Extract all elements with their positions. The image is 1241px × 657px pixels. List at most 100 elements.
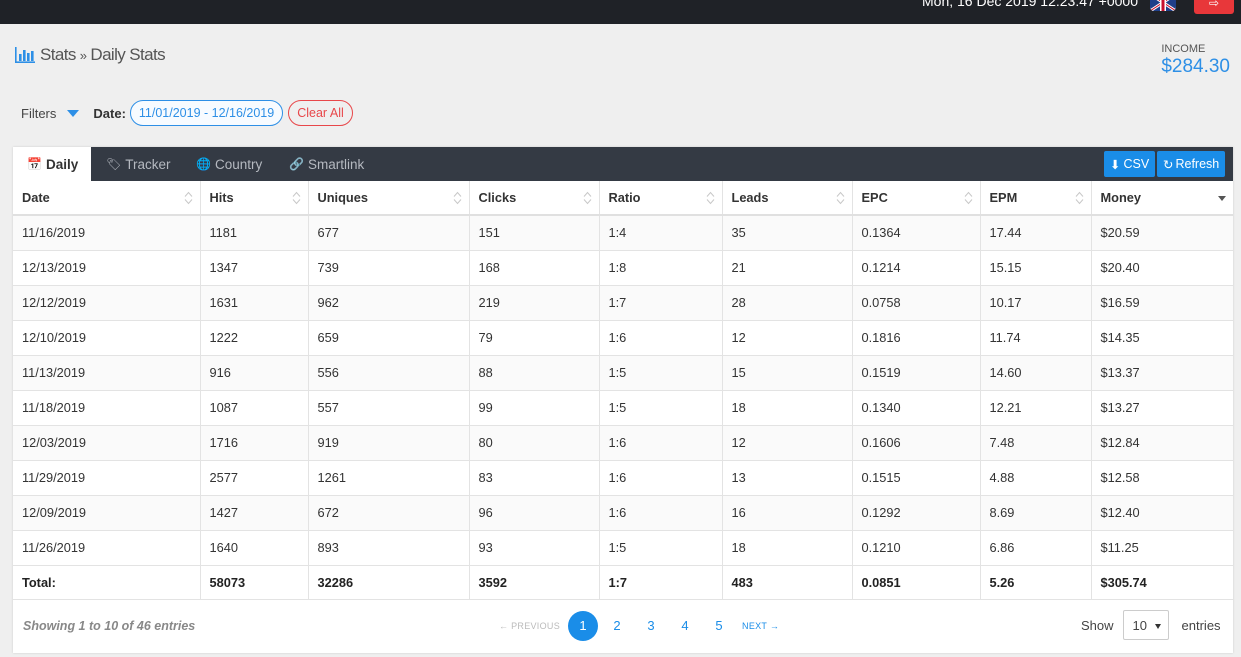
column-header-epc[interactable]: EPC — [852, 181, 981, 216]
column-header-uniques[interactable]: Uniques — [308, 181, 470, 216]
cell-leads: 15 — [722, 355, 853, 391]
cell-epc: 0.1210 — [852, 530, 981, 566]
cell-epm: 8.69 — [980, 495, 1092, 531]
column-header-hits[interactable]: Hits — [200, 181, 309, 216]
date-range-picker[interactable]: 11/01/2019 - 12/16/2019 — [129, 100, 284, 126]
cell-uniques: 893 — [308, 530, 470, 566]
cell-uniques: 1261 — [308, 460, 470, 496]
column-header-label: EPC — [861, 190, 888, 205]
bar-chart-icon — [15, 47, 35, 63]
page-button-1[interactable]: 1 — [568, 611, 599, 641]
sort-both-icon — [292, 191, 300, 205]
stats-panel: 📅 Daily 🏷 Tracker 🌐 Country 🔗 Smartlink … — [13, 147, 1233, 653]
next-page-button[interactable]: NEXT → — [742, 621, 779, 631]
cell-ratio: 1:6 — [599, 320, 723, 356]
table-row: 11/18/2019 1087 557 99 1:5 18 0.1340 12.21 $13.2… — [13, 390, 1233, 426]
page-length-select[interactable]: 10 — [1122, 610, 1169, 640]
sort-desc-icon — [1218, 196, 1226, 201]
globe-icon: 🌐 — [196, 156, 211, 171]
cell-money: $12.40 — [1091, 495, 1233, 531]
tab-smartlink[interactable]: 🔗 Smartlink — [289, 147, 364, 181]
total-cell-uniques: 32286 — [308, 565, 470, 600]
cell-ratio: 1:5 — [599, 530, 723, 566]
tab-country-label: Country — [214, 156, 263, 172]
cell-epc: 0.1519 — [852, 355, 981, 391]
table-row: 12/12/2019 1631 962 219 1:7 28 0.0758 10.17 $16.… — [13, 285, 1233, 321]
total-cell-leads: 483 — [722, 565, 853, 600]
cell-date: 12/03/2019 — [13, 425, 201, 461]
csv-export-button[interactable]: ⬇ CSV — [1104, 151, 1156, 177]
column-header-label: Date — [22, 190, 50, 205]
clear-all-button[interactable]: Clear All — [288, 100, 353, 126]
cell-epm: 6.86 — [980, 530, 1092, 566]
cell-epc: 0.0758 — [852, 285, 981, 321]
refresh-icon: ↻ — [1163, 157, 1174, 172]
refresh-label: Refresh — [1175, 157, 1220, 171]
cell-epm: 14.60 — [980, 355, 1092, 391]
column-header-clicks[interactable]: Clicks — [469, 181, 600, 216]
page-button-3[interactable]: 3 — [636, 611, 666, 641]
sort-both-icon — [583, 191, 591, 205]
page-button-4[interactable]: 4 — [670, 611, 700, 641]
cell-ratio: 1:6 — [599, 460, 723, 496]
logout-button[interactable]: ⇨ — [1194, 0, 1234, 14]
cell-epc: 0.1292 — [852, 495, 981, 531]
column-header-label: Hits — [209, 190, 234, 205]
table-row: 12/10/2019 1222 659 79 1:6 12 0.1816 11.74 $14.3… — [13, 320, 1233, 356]
cell-money: $13.27 — [1091, 390, 1233, 426]
table-row: 11/29/2019 2577 1261 83 1:6 13 0.1515 4.88 $12.5… — [13, 460, 1233, 496]
tab-country[interactable]: 🌐 Country — [196, 147, 262, 181]
cell-epc: 0.1816 — [852, 320, 981, 356]
cell-money: $20.40 — [1091, 250, 1233, 286]
cell-epm: 11.74 — [980, 320, 1092, 356]
cell-money: $13.37 — [1091, 355, 1233, 391]
uk-flag-icon[interactable] — [1150, 0, 1176, 11]
cell-money: $11.25 — [1091, 530, 1233, 566]
table-row: 11/26/2019 1640 893 93 1:5 18 0.1210 6.86 $11.25 — [13, 530, 1233, 566]
income-summary: INCOME $284.30 — [1161, 43, 1230, 78]
chevron-down-icon — [1154, 624, 1161, 629]
total-cell-ratio: 1:7 — [599, 565, 723, 600]
cell-clicks: 219 — [469, 285, 600, 321]
cell-leads: 12 — [722, 425, 853, 461]
total-cell-clicks: 3592 — [469, 565, 600, 600]
cell-money: $12.84 — [1091, 425, 1233, 461]
cell-hits: 1087 — [200, 390, 309, 426]
column-header-date[interactable]: Date — [13, 181, 201, 216]
page-button-5[interactable]: 5 — [704, 611, 734, 641]
cell-ratio: 1:7 — [599, 285, 723, 321]
show-label: Show — [1081, 617, 1114, 633]
table-row: 12/13/2019 1347 739 168 1:8 21 0.1214 15.15 $20.… — [13, 250, 1233, 286]
cell-date: 11/18/2019 — [13, 390, 201, 426]
breadcrumb-stats-link[interactable]: Stats — [40, 45, 76, 65]
column-header-leads[interactable]: Leads — [722, 181, 853, 216]
cell-date: 12/12/2019 — [13, 285, 201, 321]
cell-epm: 12.21 — [980, 390, 1092, 426]
sort-both-icon — [706, 191, 714, 205]
column-header-ratio[interactable]: Ratio — [599, 181, 723, 216]
total-cell-money: $305.74 — [1091, 565, 1233, 600]
cell-clicks: 88 — [469, 355, 600, 391]
refresh-button[interactable]: ↻ Refresh — [1157, 151, 1226, 177]
page-length-control: Show 10 entries — [1081, 610, 1221, 640]
cell-leads: 18 — [722, 390, 853, 426]
column-header-money[interactable]: Money — [1091, 181, 1233, 216]
cell-clicks: 93 — [469, 530, 600, 566]
tab-tracker[interactable]: 🏷 Tracker — [106, 147, 171, 181]
cell-ratio: 1:8 — [599, 250, 723, 286]
cell-epm: 7.48 — [980, 425, 1092, 461]
filters-toggle[interactable]: Filters — [21, 106, 56, 121]
caret-down-icon[interactable] — [67, 109, 80, 117]
cell-money: $14.35 — [1091, 320, 1233, 356]
previous-page-button[interactable]: ← PREVIOUS — [499, 621, 560, 631]
column-header-epm[interactable]: EPM — [980, 181, 1092, 216]
cell-clicks: 79 — [469, 320, 600, 356]
cell-date: 11/26/2019 — [13, 530, 201, 566]
cell-epc: 0.1606 — [852, 425, 981, 461]
tab-daily[interactable]: 📅 Daily — [13, 147, 91, 181]
cell-clicks: 99 — [469, 390, 600, 426]
page-button-2[interactable]: 2 — [602, 611, 632, 641]
tab-bar: 📅 Daily 🏷 Tracker 🌐 Country 🔗 Smartlink … — [13, 147, 1233, 181]
pagination: ← PREVIOUS 1 2 3 4 5 NEXT → — [499, 611, 779, 641]
column-header-label: Ratio — [608, 190, 641, 205]
